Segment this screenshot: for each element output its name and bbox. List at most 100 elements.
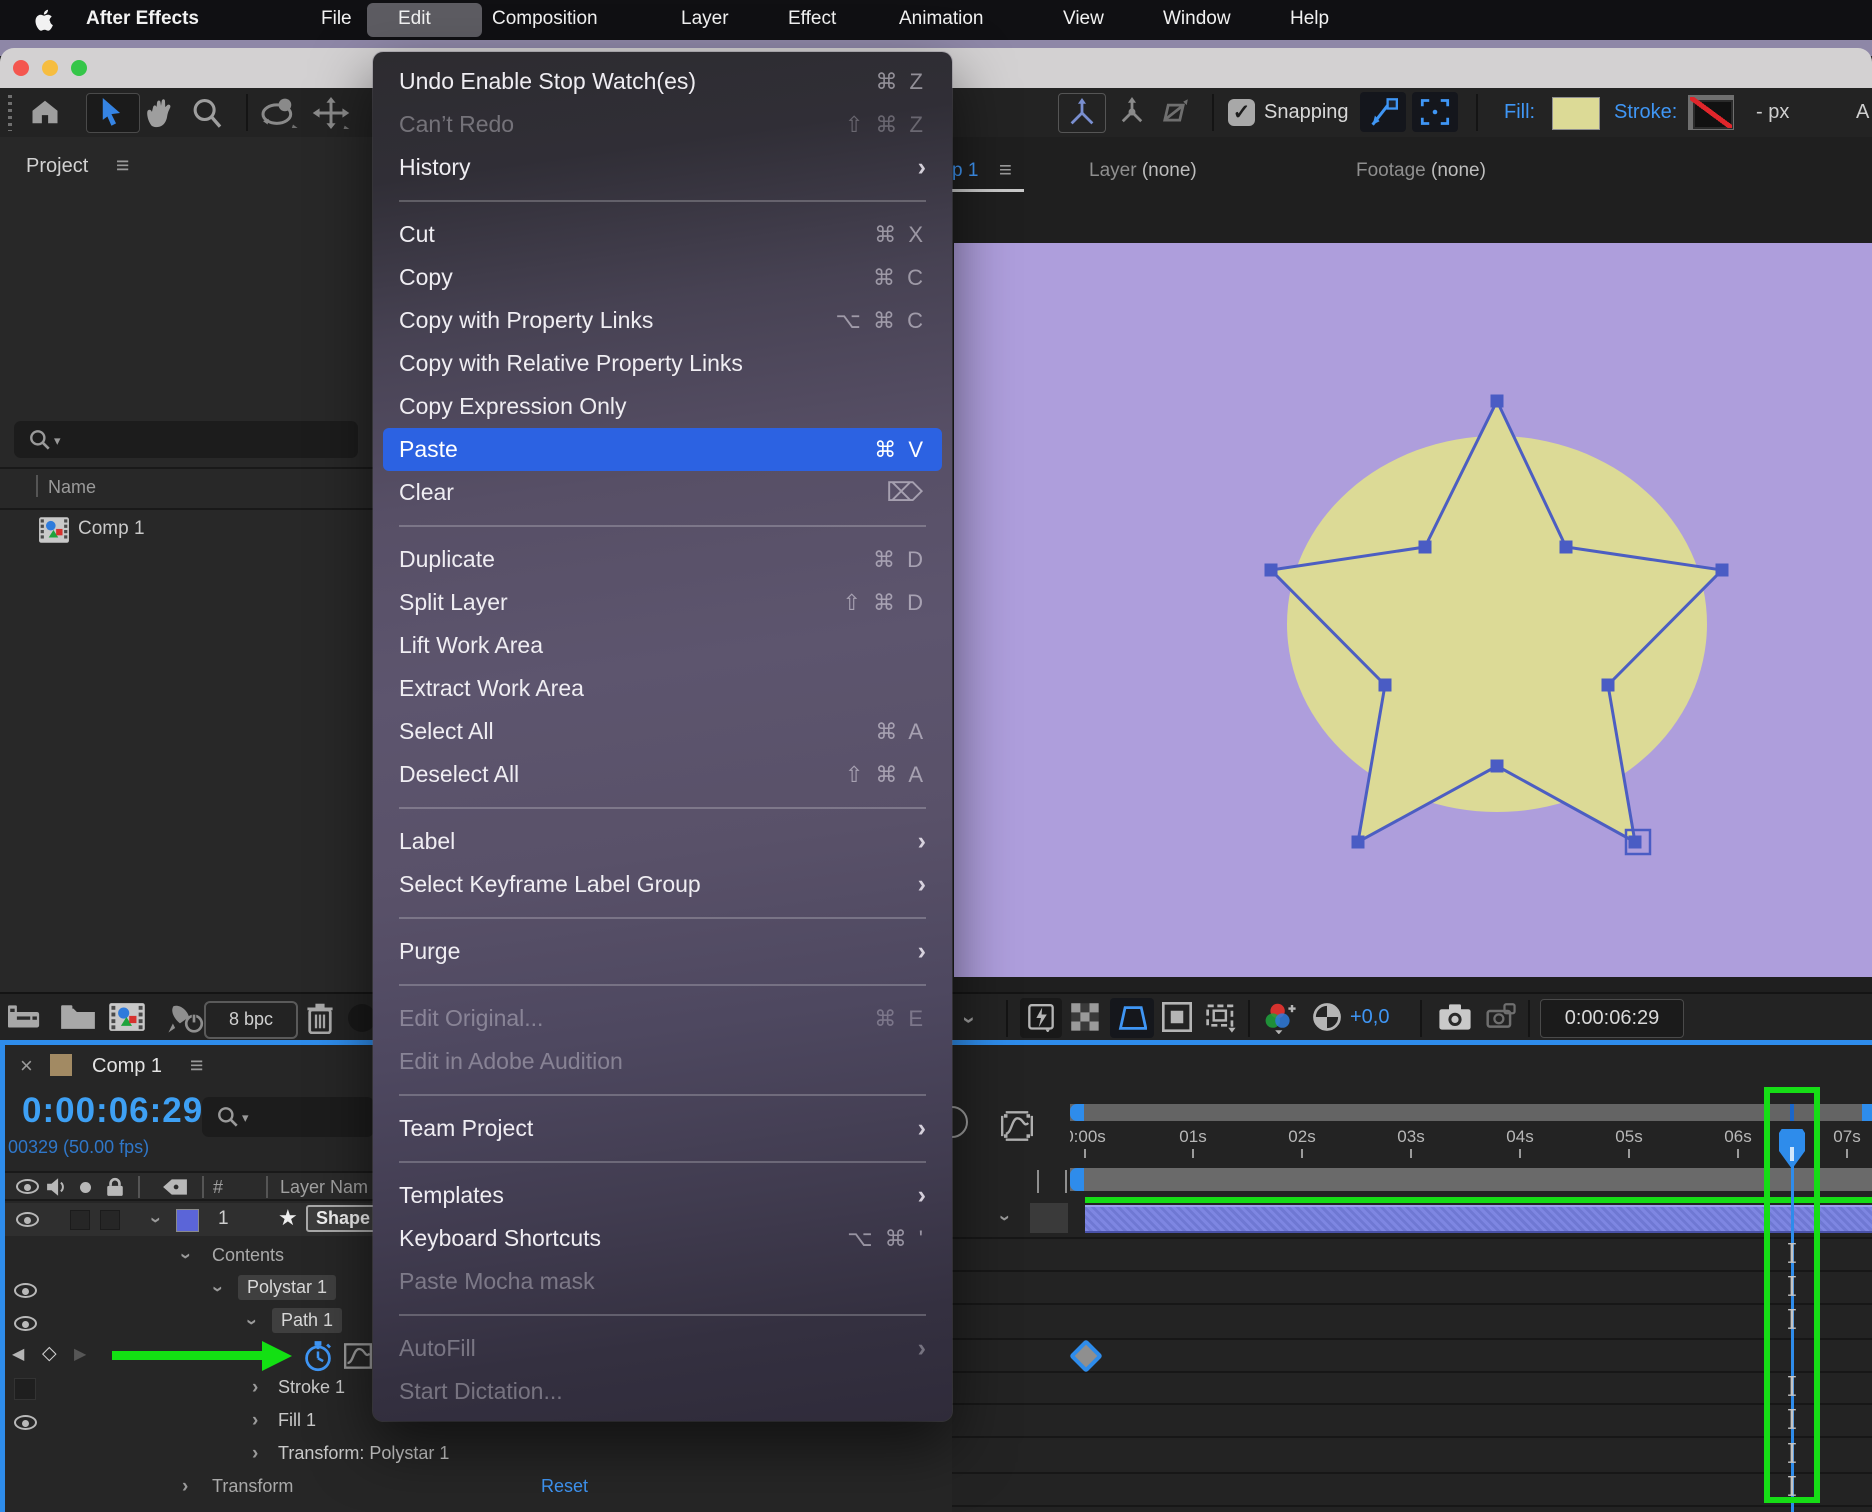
layer-duration-bar[interactable] bbox=[1085, 1205, 1872, 1233]
chevron-down-icon[interactable]: › bbox=[174, 1253, 196, 1259]
menubar-item-effect[interactable]: Effect bbox=[788, 8, 836, 30]
menu-item-label[interactable]: Label› bbox=[373, 820, 952, 863]
menubar-item-composition[interactable]: Composition bbox=[492, 8, 598, 30]
menu-item-undo[interactable]: Undo Enable Stop Watch(es)⌘ Z bbox=[373, 60, 952, 103]
solo-column-icon[interactable] bbox=[80, 1182, 91, 1193]
tree-row-transform[interactable]: › Transform Reset bbox=[0, 1471, 952, 1504]
orbit-camera-tool-icon[interactable] bbox=[258, 98, 298, 128]
graph-editor-icon[interactable] bbox=[1001, 1111, 1033, 1141]
home-icon[interactable] bbox=[30, 98, 60, 126]
layer-label-color[interactable] bbox=[176, 1209, 199, 1232]
lock-toggle-cell[interactable] bbox=[100, 1210, 120, 1230]
viewer-tab-layer[interactable]: Layer (none) bbox=[1089, 160, 1197, 182]
eye-icon[interactable] bbox=[14, 1316, 37, 1331]
exposure-icon[interactable] bbox=[1312, 1002, 1342, 1032]
effects-presets-icon[interactable] bbox=[164, 1001, 204, 1035]
new-composition-icon[interactable] bbox=[108, 1002, 146, 1032]
tree-row-transform-polystar[interactable]: › Transform: Polystar 1 bbox=[0, 1438, 952, 1471]
chevron-right-icon[interactable]: › bbox=[252, 1377, 258, 1399]
audio-column-icon[interactable] bbox=[46, 1178, 68, 1196]
snap-bounds-button[interactable] bbox=[1412, 92, 1458, 132]
video-column-icon[interactable] bbox=[16, 1179, 39, 1194]
navigator-end-handle[interactable] bbox=[1862, 1104, 1872, 1121]
trash-icon[interactable] bbox=[306, 1002, 334, 1034]
timeline-tab-label[interactable]: Comp 1 bbox=[92, 1055, 162, 1078]
parent-link-cell[interactable] bbox=[1030, 1203, 1068, 1233]
menu-item-duplicate[interactable]: Duplicate⌘ D bbox=[373, 538, 952, 581]
menubar-app-name[interactable]: After Effects bbox=[86, 8, 199, 30]
roi-button[interactable] bbox=[1110, 998, 1154, 1038]
name-column-header[interactable]: Name bbox=[48, 477, 96, 498]
label-column-icon[interactable] bbox=[162, 1178, 188, 1196]
zoom-window-button[interactable] bbox=[71, 60, 87, 76]
viewer-zoom-dropdown[interactable]: › bbox=[957, 1016, 983, 1023]
ruler-label[interactable]: 04s bbox=[1475, 1127, 1565, 1147]
stopwatch-icon[interactable] bbox=[302, 1340, 334, 1372]
project-panel-tab[interactable]: Project bbox=[26, 155, 88, 178]
toolbar-grip[interactable] bbox=[8, 95, 12, 131]
navigator-start-handle[interactable] bbox=[1070, 1104, 1084, 1121]
new-folder-icon[interactable] bbox=[60, 1004, 96, 1030]
viewer-timecode-box[interactable]: 0:00:06:29 bbox=[1540, 999, 1684, 1038]
parent-dropdown-chevron[interactable]: › bbox=[993, 1215, 1015, 1221]
exposure-value[interactable]: +0,0 bbox=[1350, 1006, 1389, 1029]
menu-item-keyboard-shortcuts[interactable]: Keyboard Shortcuts⌥ ⌘ ' bbox=[373, 1217, 952, 1260]
work-area-start-handle[interactable] bbox=[1070, 1168, 1084, 1191]
pan-tool-icon[interactable] bbox=[312, 97, 350, 129]
eye-toggle-empty[interactable] bbox=[14, 1378, 36, 1400]
menu-item-copy-relative-property-links[interactable]: Copy with Relative Property Links bbox=[373, 342, 952, 385]
graph-toggle-icon[interactable] bbox=[344, 1343, 372, 1369]
work-area-bar[interactable] bbox=[1070, 1168, 1872, 1191]
fill-label[interactable]: Fill: bbox=[1504, 101, 1535, 124]
timeline-tab-menu-icon[interactable]: ≡ bbox=[190, 1052, 203, 1079]
stroke-width-value[interactable]: - px bbox=[1756, 101, 1789, 124]
hand-tool-icon[interactable] bbox=[144, 96, 178, 128]
menu-item-split-layer[interactable]: Split Layer⇧ ⌘ D bbox=[373, 581, 952, 624]
menubar-item-edit[interactable]: Edit bbox=[398, 8, 431, 30]
menubar-item-layer[interactable]: Layer bbox=[681, 8, 729, 30]
index-column-header[interactable]: # bbox=[213, 1177, 223, 1198]
menubar-item-help[interactable]: Help bbox=[1290, 8, 1329, 30]
transparency-grid-icon[interactable] bbox=[1070, 1002, 1100, 1032]
snapping-checkbox[interactable]: ✓ bbox=[1228, 99, 1255, 126]
menu-item-copy-property-links[interactable]: Copy with Property Links⌥ ⌘ C bbox=[373, 299, 952, 342]
menu-item-cut[interactable]: Cut⌘ X bbox=[373, 213, 952, 256]
menu-item-history[interactable]: History› bbox=[373, 146, 952, 189]
mask-visibility-icon[interactable] bbox=[1162, 1002, 1192, 1032]
ruler-label[interactable]: 05s bbox=[1584, 1127, 1674, 1147]
viewer-tab-comp[interactable]: p 1 bbox=[952, 160, 978, 182]
menubar-item-view[interactable]: View bbox=[1063, 8, 1104, 30]
prev-keyframe-icon[interactable]: ◀ bbox=[12, 1344, 24, 1364]
project-search-input[interactable]: ▾ bbox=[14, 421, 358, 458]
ruler-label[interactable]: 03s bbox=[1366, 1127, 1456, 1147]
menu-item-templates[interactable]: Templates› bbox=[373, 1174, 952, 1217]
solo-toggle-cell[interactable] bbox=[70, 1210, 90, 1230]
menu-item-cant-redo[interactable]: Can’t Redo⇧ ⌘ Z bbox=[373, 103, 952, 146]
ruler-label[interactable]: 01s bbox=[1148, 1127, 1238, 1147]
ruler-label[interactable]: 02s bbox=[1257, 1127, 1347, 1147]
bpc-button[interactable]: 8 bpc bbox=[204, 1001, 298, 1039]
guides-grid-icon[interactable] bbox=[1204, 1002, 1238, 1034]
project-item-comp1[interactable]: Comp 1 bbox=[0, 510, 373, 550]
show-snapshot-icon[interactable] bbox=[1484, 1002, 1516, 1030]
menu-item-purge[interactable]: Purge› bbox=[373, 930, 952, 973]
menubar-item-animation[interactable]: Animation bbox=[899, 8, 984, 30]
menu-item-select-keyframe-label-group[interactable]: Select Keyframe Label Group› bbox=[373, 863, 952, 906]
eye-icon[interactable] bbox=[14, 1283, 37, 1298]
clipped-toggle[interactable] bbox=[348, 1004, 376, 1032]
timeline-navigator-bar[interactable] bbox=[1070, 1104, 1872, 1121]
menu-item-copy[interactable]: Copy⌘ C bbox=[373, 256, 952, 299]
reset-link[interactable]: Reset bbox=[541, 1476, 588, 1497]
menu-item-deselect-all[interactable]: Deselect All⇧ ⌘ A bbox=[373, 753, 952, 796]
chevron-right-icon[interactable]: › bbox=[252, 1443, 258, 1465]
local-axis-mode-button[interactable] bbox=[1058, 93, 1106, 133]
snapshot-camera-icon[interactable] bbox=[1438, 1002, 1472, 1032]
layer-expand-chevron[interactable]: › bbox=[144, 1217, 166, 1223]
menu-item-start-dictation[interactable]: Start Dictation... bbox=[373, 1370, 952, 1413]
menu-item-autofill[interactable]: AutoFill› bbox=[373, 1327, 952, 1370]
timeline-search-input[interactable]: ▾ bbox=[202, 1097, 374, 1137]
stroke-color-swatch[interactable] bbox=[1688, 95, 1734, 130]
zoom-tool-icon[interactable] bbox=[190, 97, 224, 129]
fill-color-swatch[interactable] bbox=[1552, 97, 1600, 130]
close-window-button[interactable] bbox=[13, 60, 29, 76]
